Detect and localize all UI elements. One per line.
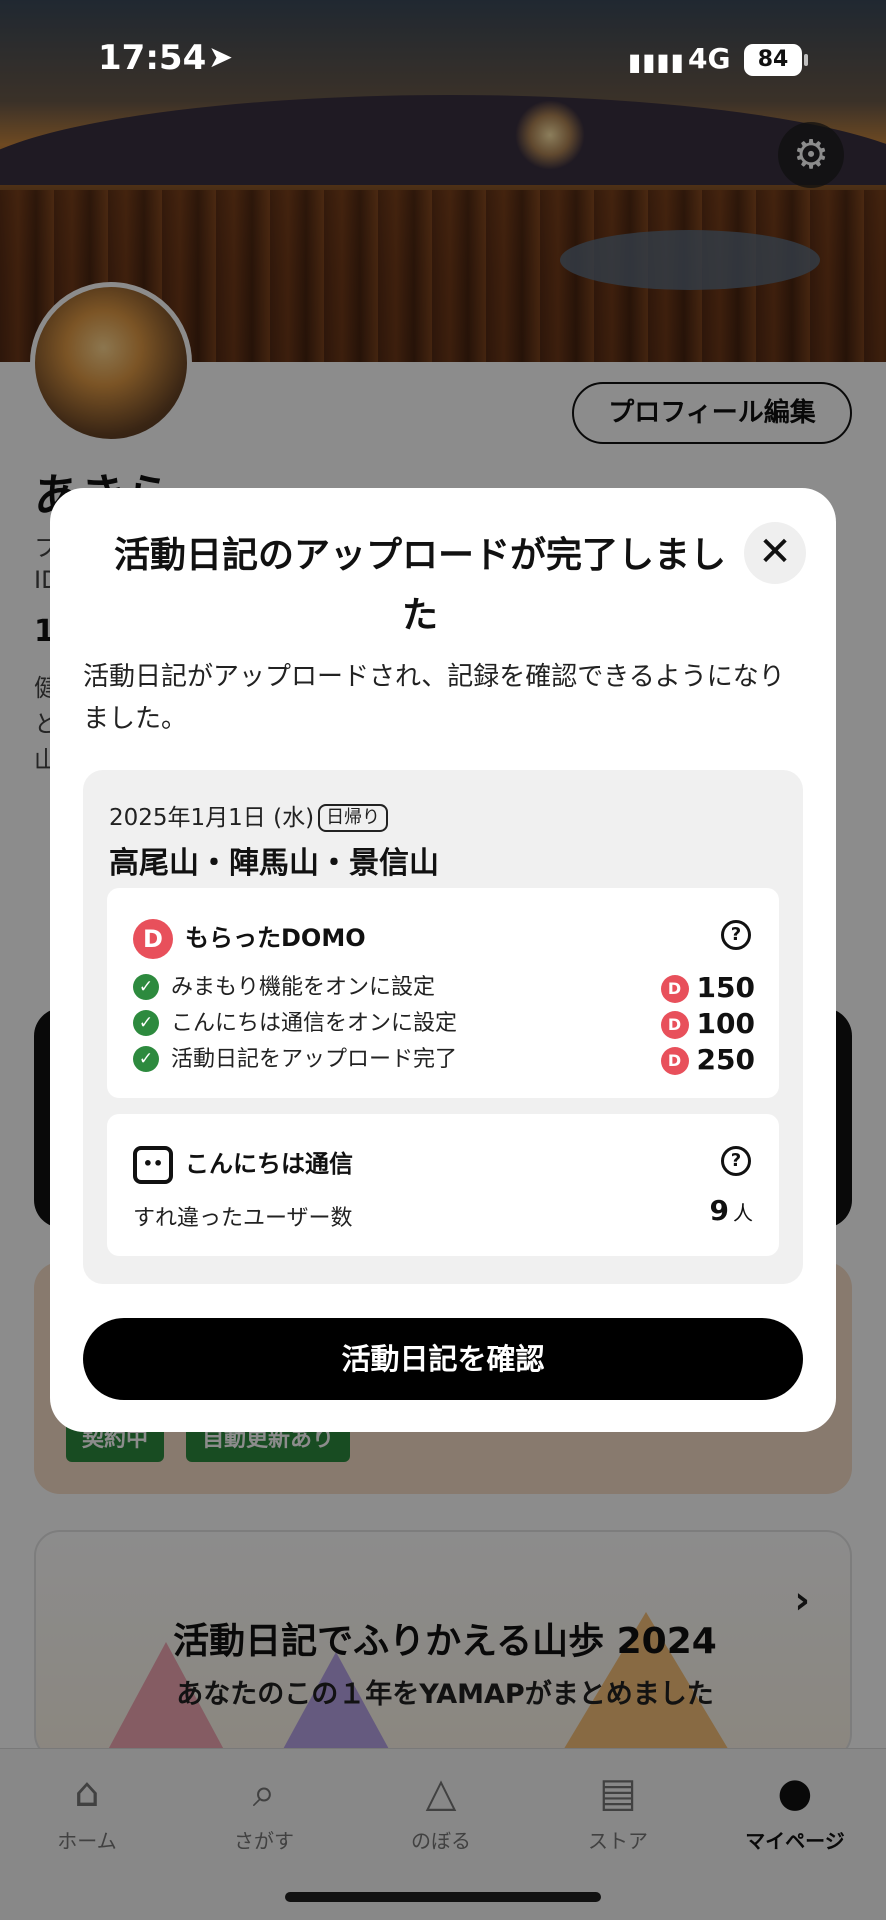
domo-list: ✓ みまもり機能をオンに設定 D 150 ✓ こんにちは通信をオンに設定 D 100 ✓… (133, 970, 755, 1078)
hello-communication-panel: •• こんにちは通信 ? すれ違ったユーザー数 9人 (107, 1114, 779, 1256)
view-activity-diary-button[interactable]: 活動日記を確認 (83, 1318, 803, 1400)
dialog-description: 活動日記がアップロードされ、記録を確認できるようになりました。 (83, 662, 785, 734)
passed-users-unit: 人 (733, 1201, 753, 1225)
domo-points-value: 150 (696, 971, 755, 1004)
status-time: 17:54 (98, 38, 207, 78)
signal-icon: ▮▮▮▮ (628, 48, 685, 76)
domo-points: D 150 (660, 970, 755, 1006)
domo-icon: D (133, 919, 173, 959)
domo-icon: D (660, 1011, 689, 1039)
status-bar: 17:54 ➤ ▮▮▮▮ 4G 84 (0, 0, 886, 110)
passed-users-count: 9人 (710, 1194, 753, 1227)
battery-icon: 84 (744, 44, 802, 76)
passed-users-value: 9 (709, 1194, 729, 1227)
activity-date-row: 2025年1月1日 (水) 日帰り (109, 798, 389, 832)
network-type: 4G (688, 42, 731, 75)
dialog-title: 活動日記のアップロードが完了しました (113, 535, 726, 636)
domo-panel: D もらったDOMO ? ✓ みまもり機能をオンに設定 D 150 ✓ こんにちは通信を… (107, 888, 779, 1098)
passed-users-label: すれ違ったユーザー数 (133, 1206, 353, 1231)
close-icon[interactable]: ✕ (744, 522, 806, 584)
domo-item-label: 活動日記をアップロード完了 (171, 1047, 458, 1072)
domo-title: もらったDOMO (185, 924, 366, 952)
domo-points-value: 250 (696, 1043, 755, 1076)
domo-header: D もらったDOMO (133, 918, 366, 959)
check-icon: ✓ (133, 974, 159, 1000)
help-icon[interactable]: ? (721, 1146, 751, 1176)
list-item: ✓ こんにちは通信をオンに設定 D 100 (133, 1006, 755, 1042)
hello-title: こんにちは通信 (185, 1150, 353, 1178)
upload-complete-dialog: 活動日記のアップロードが完了しました ✕ 活動日記がアップロードされ、記録を確認… (50, 488, 836, 1432)
hello-communication-icon: •• (133, 1146, 173, 1184)
list-item: ✓ 活動日記をアップロード完了 D 250 (133, 1042, 755, 1078)
day-trip-badge: 日帰り (318, 804, 389, 832)
activity-route: 高尾山・陣馬山・景信山 (109, 846, 439, 881)
domo-item-label: こんにちは通信をオンに設定 (171, 1011, 458, 1036)
hello-header: •• こんにちは通信 (133, 1144, 353, 1184)
check-icon: ✓ (133, 1046, 159, 1072)
battery-tip (804, 54, 808, 66)
activity-summary: 2025年1月1日 (水) 日帰り 高尾山・陣馬山・景信山 D もらったDOMO ?… (83, 770, 803, 1284)
domo-icon: D (660, 975, 689, 1003)
domo-icon: D (660, 1047, 689, 1075)
domo-points-value: 100 (696, 1007, 755, 1040)
check-icon: ✓ (133, 1010, 159, 1036)
help-icon[interactable]: ? (721, 920, 751, 950)
location-arrow-icon: ➤ (208, 40, 234, 75)
domo-points: D 250 (660, 1042, 755, 1078)
list-item: ✓ みまもり機能をオンに設定 D 150 (133, 970, 755, 1006)
domo-points: D 100 (660, 1006, 755, 1042)
activity-date: 2025年1月1日 (水) (109, 805, 315, 831)
domo-item-label: みまもり機能をオンに設定 (171, 975, 436, 1000)
